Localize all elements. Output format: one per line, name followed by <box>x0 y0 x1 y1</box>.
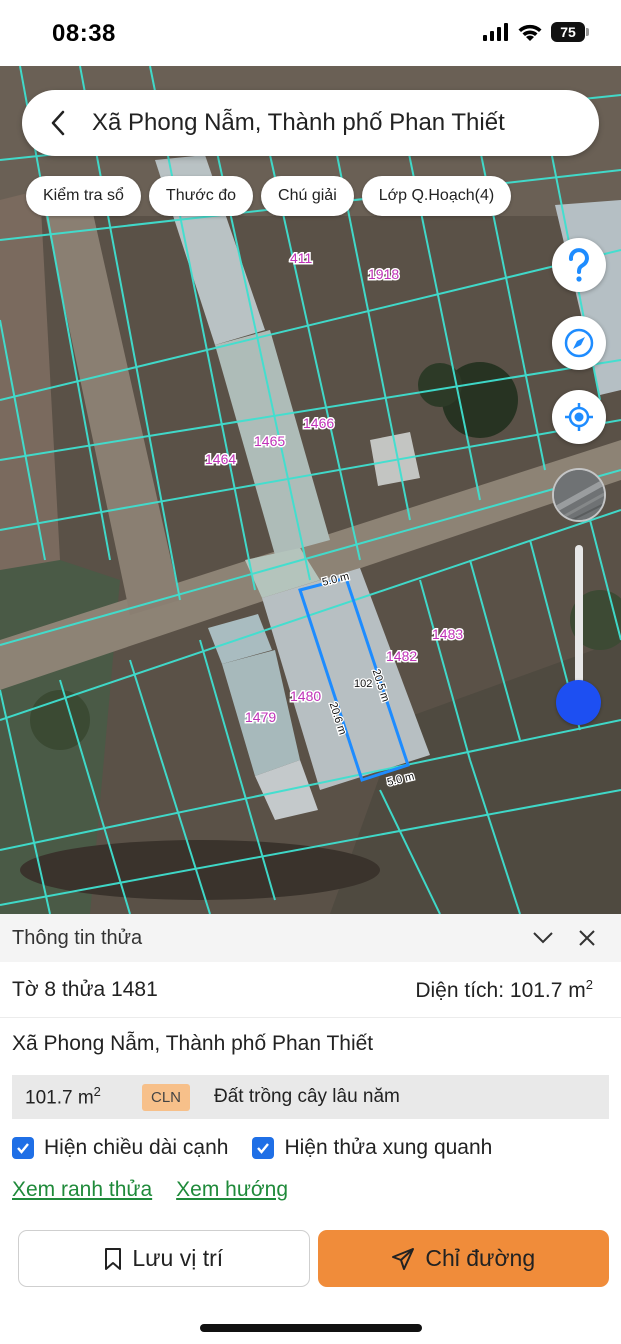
parcel-label: 1918 <box>368 266 399 282</box>
chip-check-certificate[interactable]: Kiểm tra sổ <box>26 176 141 216</box>
help-icon <box>568 248 589 282</box>
view-direction-link[interactable]: Xem hướng <box>176 1178 288 1202</box>
help-button[interactable] <box>552 238 606 292</box>
parcel-label: 1464 <box>205 451 236 467</box>
parcel-label: 1479 <box>245 709 276 725</box>
parcel-links: Xem ranh thửa Xem hướng <box>0 1175 621 1205</box>
sheet-header: Thông tin thửa <box>0 914 621 962</box>
action-buttons: Lưu vị trí Chỉ đường <box>0 1230 621 1287</box>
land-use-code-badge: CLN <box>142 1083 191 1111</box>
send-icon <box>392 1247 415 1270</box>
parcel-label: 1482 <box>386 648 417 664</box>
directions-label: Chỉ đường <box>425 1245 536 1271</box>
status-bar: 08:38 75 <box>0 0 621 66</box>
view-boundary-link[interactable]: Xem ranh thửa <box>12 1178 152 1202</box>
parcel-summary-row: Tờ 8 thửa 1481 Diện tích: 101.7 m2 <box>0 962 621 1018</box>
show-edge-lengths-checkbox[interactable]: Hiện chiều dài cạnh <box>12 1136 228 1160</box>
dimension-center: 102 <box>354 678 372 690</box>
wifi-icon <box>518 24 542 41</box>
parcel-label: 1483 <box>432 626 463 642</box>
chip-planning-layers[interactable]: Lớp Q.Hoạch(4) <box>361 176 512 216</box>
zoom-slider-handle[interactable] <box>556 680 601 725</box>
compass-icon <box>564 328 594 358</box>
parcel-label: 1480 <box>290 688 321 704</box>
parcel-label: 411 <box>290 250 313 266</box>
dimension-bottom: 5.0 m <box>386 770 416 788</box>
collapse-button[interactable] <box>521 916 565 960</box>
signal-icon <box>483 23 508 41</box>
close-icon <box>579 930 595 946</box>
chevron-left-icon <box>51 110 65 136</box>
dimension-left: 20.6 m <box>327 701 349 737</box>
checkbox-checked-icon <box>252 1137 275 1159</box>
compass-button[interactable] <box>552 316 606 370</box>
show-neighbors-checkbox[interactable]: Hiện thửa xung quanh <box>252 1136 492 1160</box>
parcel-label: 1465 <box>254 433 285 449</box>
chevron-down-icon <box>533 932 553 944</box>
parcel-id: Tờ 8 thửa 1481 <box>12 977 158 1001</box>
status-icons: 75 <box>483 22 589 42</box>
parcel-label: 1466 <box>303 415 334 431</box>
chip-legend[interactable]: Chú giải <box>261 176 354 216</box>
display-options: Hiện chiều dài cạnh Hiện thửa xung quanh <box>0 1133 621 1163</box>
locate-icon <box>565 403 593 431</box>
directions-button[interactable]: Chỉ đường <box>317 1230 609 1287</box>
parcel-area: Diện tích: 101.7 m2 <box>415 976 593 1002</box>
location-search-bar[interactable]: Xã Phong Nẫm, Thành phố Phan Thiết <box>22 90 599 156</box>
parcel-address: Xã Phong Nẫm, Thành phố Phan Thiết <box>12 1032 374 1055</box>
sheet-title: Thông tin thửa <box>12 926 143 949</box>
dimension-top: 5.0 m <box>321 570 351 588</box>
show-neighbors-label: Hiện thửa xung quanh <box>284 1136 493 1159</box>
battery-icon: 75 <box>551 22 589 42</box>
checkbox-checked-icon <box>12 1137 34 1159</box>
status-time: 08:38 <box>52 20 116 47</box>
battery-level: 75 <box>551 22 585 42</box>
bookmark-icon <box>105 1247 122 1270</box>
parcel-info-sheet: Thông tin thửa Tờ 8 thửa 1481 Diện tích:… <box>0 914 621 1344</box>
show-edge-lengths-label: Hiện chiều dài cạnh <box>44 1136 229 1159</box>
save-location-label: Lưu vị trí <box>132 1245 224 1271</box>
chip-measure[interactable]: Thước đo <box>148 176 254 216</box>
home-indicator <box>200 1324 422 1332</box>
close-button[interactable] <box>565 916 609 960</box>
map-tool-chips: Kiểm tra sổ Thước đo Chú giải Lớp Q.Hoạc… <box>26 176 512 216</box>
location-title: Xã Phong Nẫm, Thành phố Phan Thiết <box>92 109 505 136</box>
land-use-area: 101.7 m2 <box>25 1084 101 1109</box>
my-location-button[interactable] <box>552 390 606 444</box>
map-layer-thumbnail[interactable] <box>552 468 606 522</box>
dimension-right: 20.5 m <box>370 668 392 704</box>
land-use-row: 101.7 m2 CLN Đất trồng cây lâu năm <box>12 1075 609 1119</box>
back-button[interactable] <box>32 90 84 156</box>
land-use-name: Đất trồng cây lâu năm <box>214 1086 400 1107</box>
save-location-button[interactable]: Lưu vị trí <box>18 1230 310 1287</box>
